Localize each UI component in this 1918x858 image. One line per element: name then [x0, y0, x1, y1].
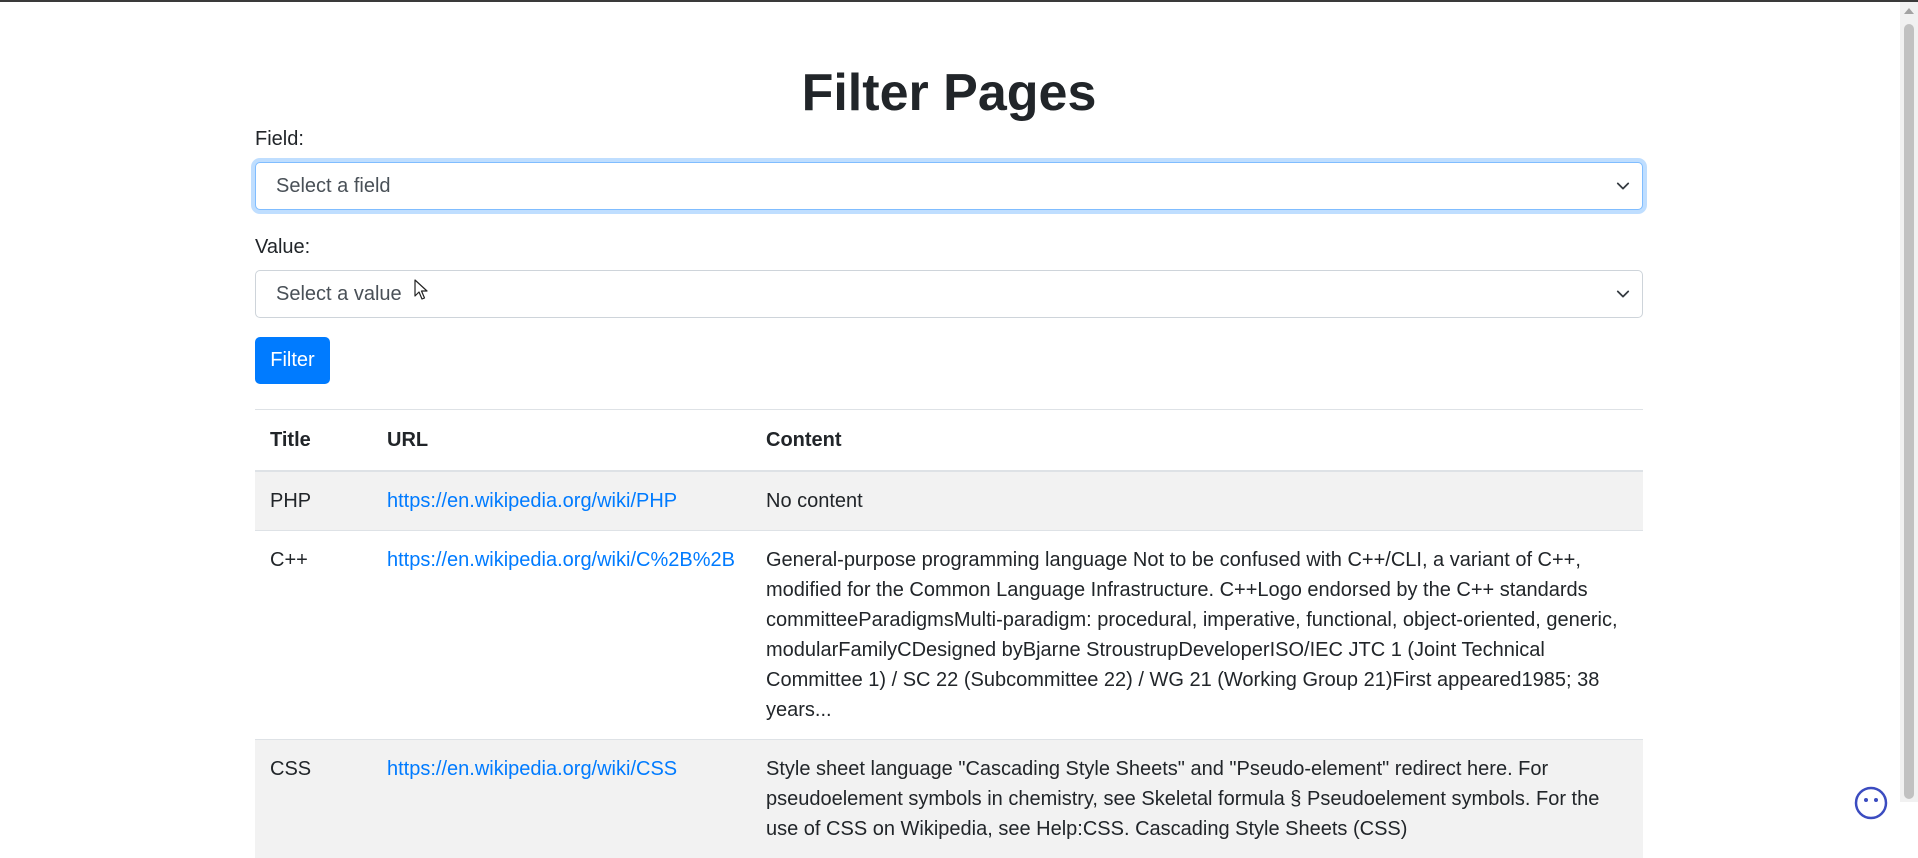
cell-title: PHP	[255, 471, 372, 531]
table-header-row: Title URL Content	[255, 410, 1643, 471]
scroll-up-arrow-icon[interactable]	[1904, 8, 1914, 14]
column-header-url: URL	[372, 410, 751, 471]
filter-container: Field: Select a field Value: Select a va…	[255, 125, 1643, 858]
value-select[interactable]: Select a value	[255, 270, 1643, 318]
field-select[interactable]: Select a field	[255, 162, 1643, 210]
value-group: Value: Select a value	[255, 233, 1643, 318]
mouse-pointer-icon	[414, 279, 430, 301]
cell-title: C++	[255, 531, 372, 740]
field-select-value: Select a field	[276, 175, 391, 198]
cell-content: General-purpose programming language Not…	[751, 531, 1643, 740]
chevron-down-icon	[1616, 287, 1630, 301]
page-link[interactable]: https://en.wikipedia.org/wiki/C%2B%2B	[387, 549, 735, 571]
value-select-value: Select a value	[276, 283, 402, 306]
cell-url: https://en.wikipedia.org/wiki/CSS	[372, 740, 751, 858]
chevron-down-icon	[1616, 179, 1630, 193]
scrollbar-thumb[interactable]	[1904, 24, 1914, 799]
table-row: CSS https://en.wikipedia.org/wiki/CSS St…	[255, 740, 1643, 858]
results-table-wrap: Title URL Content PHP https://en.wikiped…	[255, 409, 1643, 858]
field-label: Field:	[255, 125, 1643, 153]
smiley-icon[interactable]	[1854, 786, 1888, 820]
page-link[interactable]: https://en.wikipedia.org/wiki/PHP	[387, 490, 677, 512]
table-row: C++ https://en.wikipedia.org/wiki/C%2B%2…	[255, 531, 1643, 740]
page-title: Filter Pages	[0, 57, 1898, 129]
table-row: PHP https://en.wikipedia.org/wiki/PHP No…	[255, 471, 1643, 531]
filter-button[interactable]: Filter	[255, 337, 330, 384]
cell-content: No content	[751, 471, 1643, 531]
column-header-content: Content	[751, 410, 1643, 471]
column-header-title: Title	[255, 410, 372, 471]
vertical-scrollbar[interactable]	[1900, 2, 1918, 802]
cell-url: https://en.wikipedia.org/wiki/C%2B%2B	[372, 531, 751, 740]
cell-content: Style sheet language "Cascading Style Sh…	[751, 740, 1643, 858]
cell-title: CSS	[255, 740, 372, 858]
page: Filter Pages Field: Select a field Value…	[0, 0, 1900, 802]
cell-url: https://en.wikipedia.org/wiki/PHP	[372, 471, 751, 531]
field-group: Field: Select a field	[255, 125, 1643, 210]
results-table: Title URL Content PHP https://en.wikiped…	[255, 410, 1643, 858]
value-label: Value:	[255, 233, 1643, 261]
page-link[interactable]: https://en.wikipedia.org/wiki/CSS	[387, 758, 677, 780]
